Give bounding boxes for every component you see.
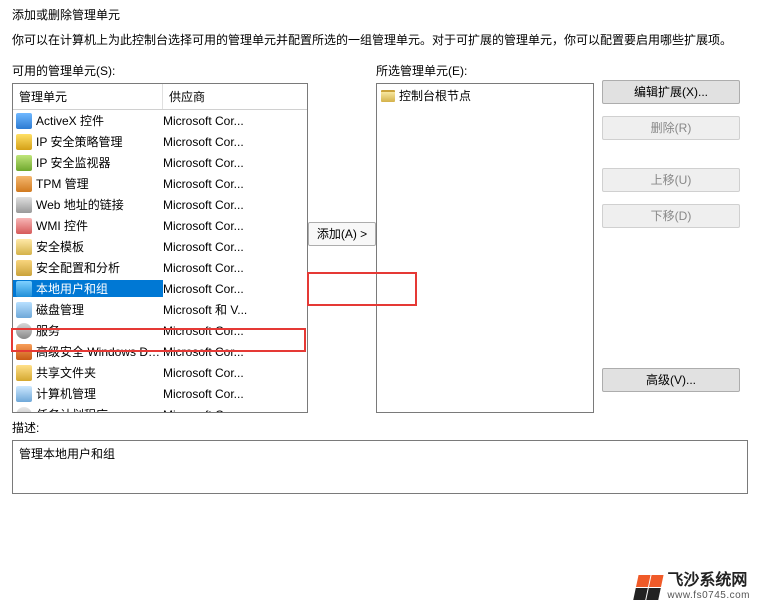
snapin-vendor: Microsoft 和 V... [163,301,307,318]
snapin-icon [16,218,32,234]
available-label: 可用的管理单元(S): [12,62,308,79]
snapin-icon [16,365,32,381]
move-down-button: 下移(D) [602,204,740,228]
dialog-subtitle: 你可以在计算机上为此控制台选择可用的管理单元并配置所选的一组管理单元。对于可扩展… [0,27,760,62]
watermark-url: www.fs0745.com [667,590,750,601]
snapin-name: IP 安全监视器 [36,154,112,171]
header-vendor[interactable]: 供应商 [163,84,307,109]
snapin-row[interactable]: 磁盘管理 Microsoft 和 V... [13,299,307,320]
snapin-vendor: Microsoft Cor... [163,408,307,414]
snapin-name: 高级安全 Windows De... [36,343,163,360]
snapin-icon [16,134,32,150]
snapin-icon [16,239,32,255]
snapin-row[interactable]: IP 安全监视器 Microsoft Cor... [13,152,307,173]
snapin-name: 安全配置和分析 [36,259,122,276]
watermark-title: 飞沙系统网 [667,572,750,590]
description-label: 描述: [12,419,748,436]
snapin-row[interactable]: IP 安全策略管理 Microsoft Cor... [13,131,307,152]
snapin-name: 本地用户和组 [36,280,110,297]
tree-root-item[interactable]: 控制台根节点 [377,84,593,107]
snapin-name: 安全模板 [36,238,86,255]
snapin-vendor: Microsoft Cor... [163,345,307,359]
snapin-icon [16,281,32,297]
snapin-icon [16,407,32,414]
snapin-vendor: Microsoft Cor... [163,387,307,401]
snapin-vendor: Microsoft Cor... [163,156,307,170]
snapin-row[interactable]: 安全模板 Microsoft Cor... [13,236,307,257]
snapin-icon [16,323,32,339]
header-name[interactable]: 管理单元 [13,84,163,109]
snapin-icon [16,113,32,129]
snapin-row[interactable]: 服务 Microsoft Cor... [13,320,307,341]
snapin-icon [16,386,32,402]
watermark: 飞沙系统网 www.fs0745.com [631,570,754,603]
snapin-vendor: Microsoft Cor... [163,114,307,128]
description-box: 管理本地用户和组 [12,440,748,494]
edit-extensions-button[interactable]: 编辑扩展(X)... [602,80,740,104]
snapin-name: Web 地址的链接 [36,196,126,213]
available-listbox[interactable]: 管理单元 供应商 ActiveX 控件Microsoft Cor...IP 安全… [12,83,308,413]
snapin-row[interactable]: WMI 控件 Microsoft Cor... [13,215,307,236]
snapin-name: 计算机管理 [36,385,98,402]
watermark-logo-icon [633,574,665,600]
advanced-button[interactable]: 高级(V)... [602,368,740,392]
snapin-vendor: Microsoft Cor... [163,177,307,191]
snapin-name: 服务 [36,322,62,339]
snapin-name: 磁盘管理 [36,301,86,318]
snapin-row[interactable]: 安全配置和分析 Microsoft Cor... [13,257,307,278]
snapin-row[interactable]: 计算机管理 Microsoft Cor... [13,383,307,404]
snapin-name: IP 安全策略管理 [36,133,124,150]
snapin-row[interactable]: ActiveX 控件 Microsoft Cor... [13,110,307,131]
snapin-row[interactable]: 高级安全 Windows De...Microsoft Cor... [13,341,307,362]
snapin-vendor: Microsoft Cor... [163,324,307,338]
snapin-row[interactable]: 共享文件夹 Microsoft Cor... [13,362,307,383]
snapin-name: TPM 管理 [36,175,91,192]
snapin-name: 任务计划程序 [36,406,110,413]
snapin-vendor: Microsoft Cor... [163,219,307,233]
snapin-icon [16,344,32,360]
remove-button: 删除(R) [602,116,740,140]
snapin-icon [16,302,32,318]
snapin-vendor: Microsoft Cor... [163,282,307,296]
snapin-name: ActiveX 控件 [36,112,106,129]
snapin-row[interactable]: Web 地址的链接 Microsoft Cor... [13,194,307,215]
snapin-icon [16,260,32,276]
folder-icon [381,90,395,102]
add-button[interactable]: 添加(A) > [308,222,376,246]
selected-listbox[interactable]: 控制台根节点 [376,83,594,413]
snapin-name: 共享文件夹 [36,364,98,381]
selected-label: 所选管理单元(E): [376,62,594,79]
snapin-row[interactable]: 本地用户和组 Microsoft Cor... [13,278,307,299]
snapin-icon [16,155,32,171]
snapin-vendor: Microsoft Cor... [163,366,307,380]
snapin-row[interactable]: 任务计划程序 Microsoft Cor... [13,404,307,413]
available-header: 管理单元 供应商 [13,84,307,110]
snapin-icon [16,197,32,213]
snapin-icon [16,176,32,192]
available-body[interactable]: ActiveX 控件 Microsoft Cor... IP 安全策略管理 Micro… [13,110,307,413]
action-buttons-column: 编辑扩展(X)... 删除(R) 上移(U) 下移(D) 高级(V)... [594,62,744,404]
snapin-vendor: Microsoft Cor... [163,240,307,254]
dialog-title: 添加或删除管理单元 [0,0,760,27]
snapin-name: WMI 控件 [36,217,90,234]
move-up-button: 上移(U) [602,168,740,192]
snapin-vendor: Microsoft Cor... [163,135,307,149]
snapin-vendor: Microsoft Cor... [163,198,307,212]
snapin-vendor: Microsoft Cor... [163,261,307,275]
snapin-row[interactable]: TPM 管理 Microsoft Cor... [13,173,307,194]
tree-root-label: 控制台根节点 [399,87,471,104]
